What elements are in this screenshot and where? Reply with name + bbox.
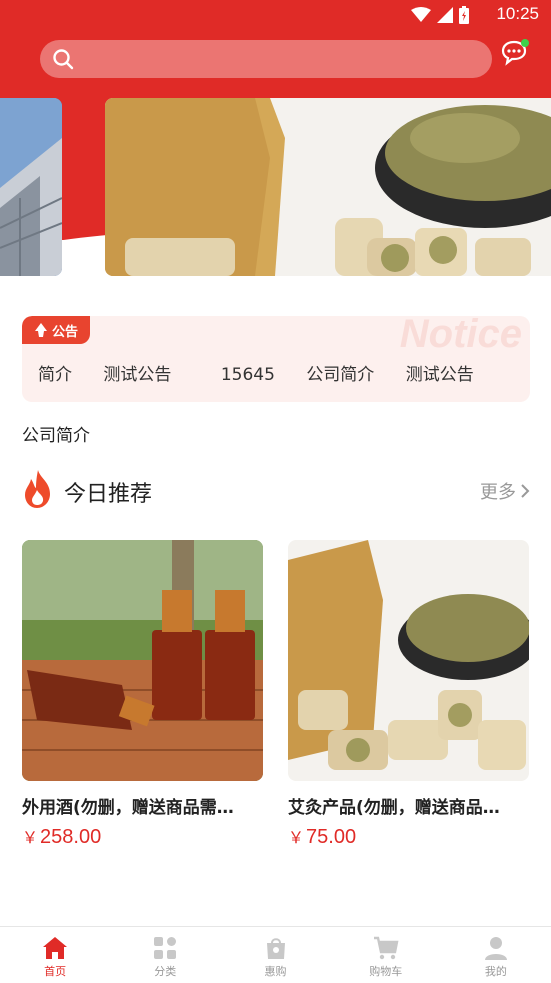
notice-item[interactable]: 公司简介 [306,365,374,385]
bag-icon [266,938,285,959]
product-name: 外用酒(勿删，赠送商品需… [22,798,234,818]
fire-icon [25,470,50,508]
tab-profile[interactable]: 我的 [441,927,551,983]
moxa-banner-image [105,98,551,276]
tab-label: 惠购 [264,965,287,978]
status-time: 10:25 [496,4,539,23]
user-icon [484,937,507,960]
tab-home[interactable]: 首页 [0,927,110,983]
banner-slide-current[interactable] [105,98,551,276]
notice-item[interactable]: 测试公告 [103,365,171,385]
currency-symbol: ￥ [288,830,305,847]
currency-symbol: ￥ [22,830,39,847]
chevron-right-icon [521,484,530,498]
grid-icon [154,937,177,959]
search-input[interactable] [40,40,492,78]
building-image [0,98,62,276]
bottom-tab-bar: 首页 分类 惠购 购物车 我的 [0,926,551,983]
battery-icon [459,6,469,24]
megaphone-icon [34,323,47,337]
tab-label: 首页 [44,965,67,978]
notice-item[interactable]: 测试公告 [406,365,474,385]
tab-deals[interactable]: 惠购 [220,927,330,983]
section-title: 今日推荐 [64,482,153,507]
search-icon [53,49,74,70]
product-card[interactable]: 外用酒(勿删，赠送商品需… ￥ 258.00 [22,540,263,849]
tab-category[interactable]: 分类 [110,927,220,983]
tab-label: 我的 [484,965,507,978]
banner-slide-previous[interactable] [0,98,62,276]
product-price: ￥ 75.00 [288,824,529,849]
tab-cart[interactable]: 购物车 [331,927,441,983]
product-name: 艾灸产品(勿删，赠送商品… [288,798,500,818]
notice-tag-label: 公告 [51,324,78,340]
recommend-header: 今日推荐 更多 [22,470,530,510]
tab-label: 分类 [154,965,177,978]
more-label: 更多 [480,482,516,503]
moxa-image [288,540,529,781]
price-value: 75.00 [306,826,357,848]
notice-watermark: Notice [399,316,522,356]
liquor-image [22,540,263,781]
status-icons [411,6,469,24]
status-bar: 10:25 [0,0,551,30]
home-icon [43,937,68,959]
signal-icon [437,7,453,23]
price-value: 258.00 [40,826,102,848]
tab-label: 购物车 [369,965,403,978]
notice-marquee: 简介 测试公告 15645 公司简介 测试公告 [38,360,500,385]
product-card[interactable]: 艾灸产品(勿删，赠送商品… ￥ 75.00 [288,540,529,849]
product-image[interactable] [288,540,529,781]
product-image[interactable] [22,540,263,781]
notice-item[interactable]: 15645 [221,365,275,385]
cart-icon [373,936,399,960]
company-intro-link[interactable]: 公司简介 [22,421,90,446]
more-link[interactable]: 更多 [480,478,530,504]
notice-board[interactable]: 公告 Notice 简介 测试公告 15645 公司简介 测试公告 [22,316,530,402]
wifi-icon [411,7,431,22]
notice-tag: 公告 [22,316,90,344]
notice-item[interactable]: 简介 [38,365,72,385]
product-price: ￥ 258.00 [22,824,263,849]
message-icon[interactable] [500,38,530,66]
